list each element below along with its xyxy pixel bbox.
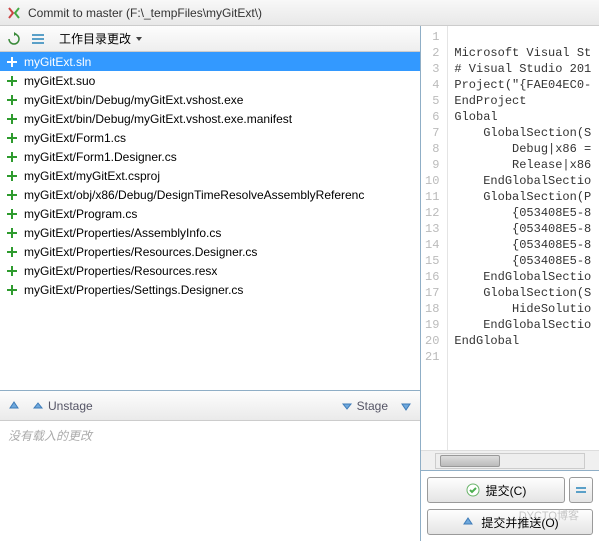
file-name: myGitExt/Properties/AssemblyInfo.cs: [24, 226, 221, 240]
added-icon: [6, 208, 18, 220]
added-icon: [6, 265, 18, 277]
dropdown-text: 工作目录更改: [59, 30, 131, 47]
commit-button-area: 提交(C) 提交并推送(O): [421, 470, 599, 541]
added-icon: [6, 189, 18, 201]
unstage-all-button[interactable]: [4, 396, 24, 416]
file-row[interactable]: myGitExt/Properties/Resources.Designer.c…: [0, 242, 420, 261]
added-icon: [6, 75, 18, 87]
file-row[interactable]: myGitExt/Form1.cs: [0, 128, 420, 147]
file-name: myGitExt.sln: [24, 55, 91, 69]
file-name: myGitExt/obj/x86/Debug/DesignTimeResolve…: [24, 188, 364, 202]
added-icon: [6, 56, 18, 68]
working-dir-changes-dropdown[interactable]: 工作目录更改: [52, 27, 150, 50]
file-name: myGitExt/Program.cs: [24, 207, 137, 221]
file-row[interactable]: myGitExt/Properties/Settings.Designer.cs: [0, 280, 420, 299]
app-icon: [6, 5, 22, 21]
file-row[interactable]: myGitExt/bin/Debug/myGitExt.vshost.exe: [0, 90, 420, 109]
stage-button[interactable]: Stage: [337, 397, 392, 415]
file-name: myGitExt/Properties/Resources.resx: [24, 264, 217, 278]
file-row[interactable]: myGitExt/Properties/AssemblyInfo.cs: [0, 223, 420, 242]
file-row[interactable]: myGitExt/Program.cs: [0, 204, 420, 223]
file-row[interactable]: myGitExt/bin/Debug/myGitExt.vshost.exe.m…: [0, 109, 420, 128]
added-icon: [6, 246, 18, 258]
added-icon: [6, 227, 18, 239]
chevron-down-icon: [135, 35, 143, 43]
stage-toolbar: Unstage Stage: [0, 391, 420, 421]
file-name: myGitExt/myGitExt.csproj: [24, 169, 160, 183]
menu-icon: [575, 484, 587, 496]
file-name: myGitExt/bin/Debug/myGitExt.vshost.exe: [24, 93, 243, 107]
file-row[interactable]: myGitExt.sln: [0, 52, 420, 71]
file-name: myGitExt/Form1.cs: [24, 131, 126, 145]
right-pane: 123456789101112131415161718192021 Micros…: [421, 26, 599, 541]
added-icon: [6, 284, 18, 296]
up-arrow-icon: [461, 515, 475, 529]
added-icon: [6, 132, 18, 144]
file-row[interactable]: myGitExt/obj/x86/Debug/DesignTimeResolve…: [0, 185, 420, 204]
left-toolbar: 工作目录更改: [0, 26, 420, 52]
line-number-gutter: 123456789101112131415161718192021: [421, 26, 448, 450]
check-icon: [466, 483, 480, 497]
file-name: myGitExt/bin/Debug/myGitExt.vshost.exe.m…: [24, 112, 292, 126]
scrollbar-thumb[interactable]: [440, 455, 500, 467]
commit-side-button[interactable]: [569, 477, 593, 503]
added-icon: [6, 113, 18, 125]
left-pane: 工作目录更改 myGitExt.sln myGitExt.suo myGitExt/…: [0, 26, 421, 541]
file-name: myGitExt.suo: [24, 74, 95, 88]
added-icon: [6, 170, 18, 182]
commit-and-push-button[interactable]: 提交并推送(O): [427, 509, 593, 535]
added-icon: [6, 94, 18, 106]
down-arrow-icon: [341, 400, 353, 412]
commit-button[interactable]: 提交(C): [427, 477, 565, 503]
up-arrow-icon: [32, 400, 44, 412]
file-name: myGitExt/Properties/Resources.Designer.c…: [24, 245, 257, 259]
options-button[interactable]: [28, 29, 48, 49]
file-row[interactable]: myGitExt/Form1.Designer.cs: [0, 147, 420, 166]
file-row[interactable]: myGitExt/myGitExt.csproj: [0, 166, 420, 185]
staged-placeholder: 没有载入的更改: [8, 429, 92, 443]
file-row[interactable]: myGitExt/Properties/Resources.resx: [0, 261, 420, 280]
added-icon: [6, 151, 18, 163]
file-row[interactable]: myGitExt.suo: [0, 71, 420, 90]
titlebar: Commit to master (F:\_tempFiles\myGitExt…: [0, 0, 599, 26]
refresh-button[interactable]: [4, 29, 24, 49]
stage-all-button[interactable]: [396, 396, 416, 416]
file-name: myGitExt/Form1.Designer.cs: [24, 150, 177, 164]
diff-viewer[interactable]: 123456789101112131415161718192021 Micros…: [421, 26, 599, 450]
unstage-button[interactable]: Unstage: [28, 397, 97, 415]
staged-file-list[interactable]: 没有载入的更改: [0, 421, 420, 541]
unstaged-file-list[interactable]: myGitExt.sln myGitExt.suo myGitExt/bin/Deb…: [0, 52, 420, 391]
file-name: myGitExt/Properties/Settings.Designer.cs: [24, 283, 243, 297]
window-title: Commit to master (F:\_tempFiles\myGitExt…: [28, 6, 262, 20]
code-content: Microsoft Visual St# Visual Studio 201Pr…: [448, 26, 597, 450]
horizontal-scrollbar[interactable]: [421, 450, 599, 470]
